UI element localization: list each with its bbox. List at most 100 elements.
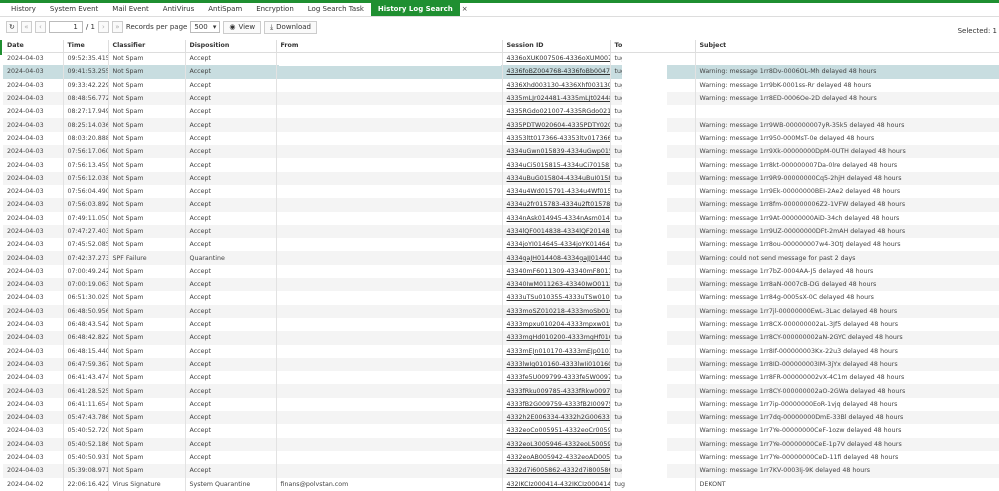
table-row[interactable]: 2024-04-03 07:00:49.242 Not Spam Accept 4334… — [3, 264, 999, 279]
table-row[interactable]: 2024-04-03 07:00:19.063 Not Spam Accept 4334… — [3, 278, 999, 292]
table-row[interactable]: 2024-04-03 06:47:59.367 Not Spam Accept 4333… — [3, 357, 999, 372]
cell-session-id[interactable]: 4333fRku009785-4333fRkw009785 — [502, 384, 611, 398]
tab-encryption[interactable]: Encryption — [249, 3, 301, 16]
cell-session-id[interactable]: 4334lQF0014838-4334lQF2014838 — [502, 224, 611, 239]
cell-session-id[interactable]: 432IKCIz000414-432IKCIz000414 — [502, 477, 611, 491]
cell-session-id[interactable]: 43340IwM011263-43340IwO011263 — [502, 278, 611, 292]
next-page-button[interactable]: › — [97, 21, 109, 33]
table-row[interactable]: 2024-04-03 09:52:35.415 Not Spam Accept 4336… — [3, 52, 999, 66]
table-row[interactable]: 2024-04-03 07:49:11.050 Not Spam Accept 4334… — [3, 211, 999, 225]
last-page-button[interactable]: » — [111, 21, 123, 33]
cell-session-id[interactable]: 4334joYI014645-4334joYK014645 — [502, 238, 611, 252]
column-header-time[interactable]: Time — [63, 40, 109, 53]
table-row[interactable]: 2024-04-03 06:48:50.956 Not Spam Accept 4333… — [3, 304, 999, 318]
column-header-to[interactable]: To — [610, 40, 696, 53]
cell-session-id[interactable]: 43353ltt017366-43353ltv017366 — [502, 131, 611, 146]
tab-history[interactable]: History — [4, 3, 43, 16]
cell-session-id[interactable]: 4334uBuG015804-4334uBuI015804 — [502, 171, 611, 185]
tab-mail-event[interactable]: Mail Event — [105, 3, 156, 16]
column-header-disposition[interactable]: Disposition — [185, 40, 277, 53]
table-row[interactable]: 2024-04-03 05:40:52.186 Not Spam Accept 4332… — [3, 437, 999, 451]
page-number-input[interactable]: 1 — [48, 21, 83, 33]
cell-session-id[interactable]: 4332eoCo005951-4332eoCr005951 — [502, 424, 611, 438]
table-row[interactable]: 2024-04-03 06:48:43.542 Not Spam Accept 4333… — [3, 317, 999, 332]
prev-page-button[interactable]: ‹ — [34, 21, 46, 33]
table-row[interactable]: 2024-04-03 08:48:56.772 Not Spam Accept 4335… — [3, 91, 999, 106]
first-page-button[interactable]: « — [20, 21, 32, 33]
cell-date: 2024-04-03 — [3, 52, 64, 66]
cell-session-id[interactable]: 4333fe5U009799-4333fe5W009799 — [502, 371, 611, 385]
refresh-button[interactable]: ↻ — [6, 21, 18, 33]
cell-from — [276, 397, 503, 412]
view-button[interactable]: ◉ View — [223, 20, 262, 34]
table-row[interactable]: 2024-04-03 07:42:37.273 SPF Failure Quarant… — [3, 251, 999, 265]
table-row[interactable]: 2024-04-03 08:25:14.036 Not Spam Accept 4335… — [3, 118, 999, 132]
cell-session-id[interactable]: 4333uTSu010355-4333uTSw010355 — [502, 291, 611, 305]
cell-session-id[interactable]: 4333fB2G009759-4333fB2I009759 — [502, 397, 611, 412]
cell-session-id[interactable]: 43340mF6011309-43340mF8011309 — [502, 264, 611, 279]
cell-session-id[interactable]: 4334u2fr015783-4334u2ft015783 — [502, 198, 611, 212]
cell-session-id[interactable]: 4333mpxu010204-4333mpxw010204 — [502, 317, 611, 332]
cell-disposition: Accept — [185, 52, 277, 66]
table-row[interactable]: 2024-04-03 07:56:03.892 Not Spam Accept 4334… — [3, 198, 999, 212]
tab-antivirus[interactable]: AntiVirus — [156, 3, 201, 16]
table-row[interactable]: 2024-04-03 06:41:11.654 Not Spam Accept 4333… — [3, 397, 999, 412]
table-row[interactable]: 2024-04-03 06:41:43.474 Not Spam Accept 4333… — [3, 371, 999, 385]
cell-session-id[interactable]: 4333mEJn010170-4333mEJp010170 — [502, 344, 611, 358]
table-row[interactable]: 2024-04-03 09:41:53.255 Not Spam Accept 4336… — [3, 65, 999, 79]
table-row[interactable]: 2024-04-03 08:27:17.949 Not Spam Accept 4335… — [3, 105, 999, 119]
cell-session-id[interactable]: 4334nAsk014945-4334nAsm014945 — [502, 211, 611, 225]
close-tab-icon[interactable]: × — [460, 3, 468, 16]
column-header-classifier[interactable]: Classifier — [108, 40, 186, 53]
cell-session-id[interactable]: 4332d7i6005862-4332d7i8005862 — [502, 464, 611, 478]
cell-from — [276, 158, 503, 172]
table-row[interactable]: 2024-04-03 07:56:13.459 Not Spam Accept 4334… — [3, 158, 999, 172]
table-row[interactable]: 2024-04-03 06:48:42.822 Not Spam Accept 4333… — [3, 331, 999, 345]
table-row[interactable]: 2024-04-03 05:47:43.786 Not Spam Accept 4332… — [3, 411, 999, 425]
table-row[interactable]: 2024-04-03 07:45:52.085 Not Spam Accept 4334… — [3, 238, 999, 252]
table-row[interactable]: 2024-04-03 07:56:12.038 Not Spam Accept 4334… — [3, 171, 999, 185]
toolbar: ↻ « ‹ 1 / 1 › » Records per page 500 ▾ ◉ V… — [0, 17, 999, 37]
table-row[interactable]: 2024-04-03 05:40:50.931 Not Spam Accept 4332… — [3, 450, 999, 465]
tab-system-event[interactable]: System Event — [43, 3, 105, 16]
tab-history-log-search[interactable]: History Log Search — [370, 3, 460, 16]
cell-session-id[interactable]: 4332eoL3005946-4332eoL5005946 — [502, 437, 611, 451]
cell-session-id[interactable]: 4332h2E006334-4332h2G006334 — [502, 411, 611, 425]
cell-classifier: Not Spam — [108, 331, 186, 345]
cell-session-id[interactable]: 4334u4Wd015791-4334u4Wf015791 — [502, 184, 611, 199]
cell-session-id[interactable]: 4334gaJH014408-4334gaJJ014408 — [502, 251, 611, 265]
table-row[interactable]: 2024-04-03 07:56:17.060 Not Spam Accept 4334… — [3, 145, 999, 159]
cell-session-id[interactable]: 4332eoAB005942-4332eoAD005942 — [502, 450, 611, 465]
table-row[interactable]: 2024-04-03 05:40:52.720 Not Spam Accept 4332… — [3, 424, 999, 438]
column-header-subject[interactable]: Subject — [695, 40, 999, 53]
download-button[interactable]: ⤓ Download — [264, 20, 317, 34]
cell-session-id[interactable]: 4336Xhd003130-4336Xhf003130 — [502, 78, 611, 92]
table-row[interactable]: 2024-04-03 06:48:15.440 Not Spam Accept 4333… — [3, 344, 999, 358]
cell-session-id[interactable]: 4336foBZ004768-4336foBb004768 — [502, 65, 611, 79]
cell-session-id[interactable]: 4333mgHd010200-4333mgHf010200 — [502, 331, 611, 345]
cell-session-id[interactable]: 4335mLJr024481-4335mLJt024481 — [502, 91, 611, 106]
tab-antispam[interactable]: AntiSpam — [201, 3, 249, 16]
table-row[interactable]: 2024-04-03 06:41:28.525 Not Spam Accept 4333… — [3, 384, 999, 398]
cell-session-id[interactable]: 4334uGwn015839-4334uGwp015839 — [502, 145, 611, 159]
table-row[interactable]: 2024-04-03 05:39:08.971 Not Spam Accept 4332… — [3, 464, 999, 478]
cell-session-id[interactable]: 4336oXUK007506-4336oXUM007506 — [502, 52, 611, 66]
tab-log-search-task[interactable]: Log Search Task — [301, 3, 371, 16]
column-header-from[interactable]: From — [276, 40, 503, 53]
table-row[interactable]: 2024-04-03 07:47:27.403 Not Spam Accept 4334… — [3, 224, 999, 239]
table-row[interactable]: 2024-04-02 22:06:16.422 Virus Signature Sys… — [3, 477, 999, 491]
cell-session-id[interactable]: 4334uCi5015815-4334uCi7015815 — [502, 158, 611, 172]
cell-classifier: Not Spam — [108, 105, 186, 119]
table-row[interactable]: 2024-04-03 06:51:30.025 Not Spam Accept 4333… — [3, 291, 999, 305]
column-header-session-id[interactable]: Session ID — [502, 40, 611, 53]
table-row[interactable]: 2024-04-03 07:56:04.490 Not Spam Accept 4334… — [3, 184, 999, 199]
cell-from — [276, 371, 503, 385]
column-header-date[interactable]: Date — [3, 40, 64, 53]
records-per-page-select[interactable]: 500 ▾ — [190, 21, 221, 33]
cell-session-id[interactable]: 4333lwIg010160-4333lwIi010160 — [502, 357, 611, 372]
cell-session-id[interactable]: 4335RGdo021007-4335RGdo021007 — [502, 105, 611, 119]
table-row[interactable]: 2024-04-03 08:03:20.888 Not Spam Accept 4335… — [3, 131, 999, 146]
table-row[interactable]: 2024-04-03 09:33:42.229 Not Spam Accept 4336… — [3, 78, 999, 92]
cell-session-id[interactable]: 4333moSZ010218-4333moSb010218 — [502, 304, 611, 318]
cell-session-id[interactable]: 4335PDTW020604-4335PDTY020604 — [502, 118, 611, 132]
